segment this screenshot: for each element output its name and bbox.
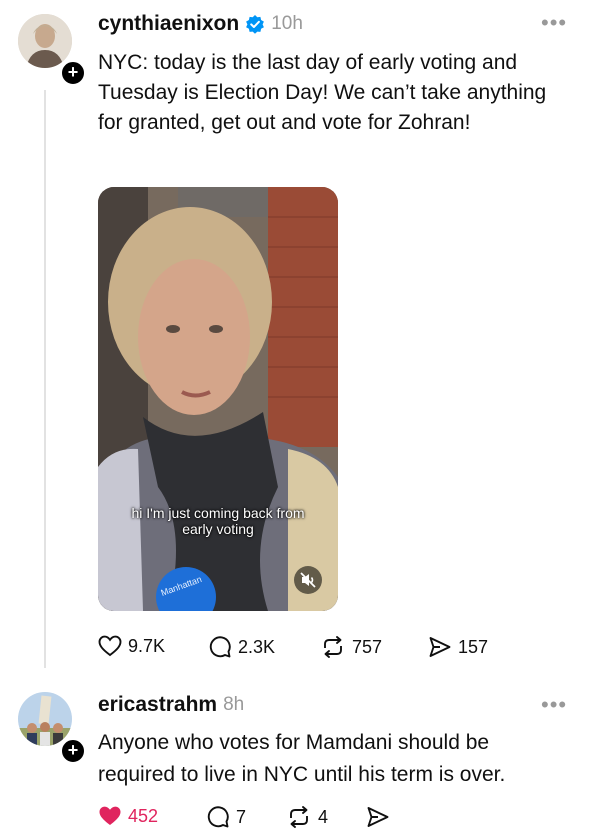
avatar-ericastrahm[interactable]: [18, 692, 72, 746]
reply-time: 8h: [223, 694, 245, 715]
reply-text: Anyone who votes for Mamdani should be r…: [98, 731, 506, 786]
comment-icon: [209, 636, 231, 658]
repost-icon: [324, 636, 342, 658]
send-icon: [429, 637, 451, 657]
caption-line-1: hi I'm just coming back from: [131, 505, 305, 521]
reply-share-button[interactable]: [366, 805, 390, 829]
share-count: 157: [458, 636, 489, 657]
like-button[interactable]: 9.7K: [98, 635, 165, 657]
reply-repost-count: 4: [318, 806, 329, 827]
reply-repost-button[interactable]: 4: [286, 805, 328, 829]
avatar-image: [18, 692, 72, 746]
speaker-muted-icon: [300, 572, 316, 588]
reply-like-count: 452: [128, 805, 159, 826]
comment-icon: [207, 806, 229, 828]
reply-count: 2.3K: [238, 636, 276, 657]
verified-badge-icon: [245, 14, 265, 34]
video-frame: [98, 187, 338, 611]
post-video[interactable]: hi I'm just coming back from early votin…: [98, 187, 338, 611]
reply-like-button[interactable]: 452: [98, 805, 158, 827]
heart-icon: [98, 635, 122, 657]
video-caption: hi I'm just coming back from early votin…: [98, 505, 338, 537]
reply-header: ericastrahm 8h: [98, 693, 244, 717]
send-icon: [367, 807, 389, 827]
thread-line: [44, 90, 46, 668]
avatar-cynthiaenixon[interactable]: [18, 14, 72, 68]
caption-line-2: early voting: [182, 521, 254, 537]
reply-reply-button[interactable]: 7: [206, 805, 246, 829]
share-button[interactable]: 157: [428, 635, 488, 659]
reply-button[interactable]: 2.3K: [208, 635, 275, 659]
repost-button[interactable]: 757: [320, 635, 382, 659]
more-options-icon[interactable]: •••: [541, 692, 567, 718]
post-time: 10h: [271, 13, 303, 34]
repost-icon: [290, 806, 308, 828]
more-options-icon[interactable]: •••: [541, 10, 567, 36]
follow-plus-button[interactable]: +: [60, 738, 86, 764]
post-text: NYC: today is the last day of early voti…: [98, 51, 547, 134]
post-header: cynthiaenixon 10h: [98, 12, 303, 36]
reply-username[interactable]: ericastrahm: [98, 693, 217, 717]
reply-reply-count: 7: [236, 806, 247, 827]
mute-toggle-button[interactable]: [294, 566, 322, 594]
avatar-image: [18, 14, 72, 68]
heart-filled-icon: [99, 806, 121, 825]
like-count: 9.7K: [128, 635, 166, 656]
repost-count: 757: [352, 636, 383, 657]
follow-plus-button[interactable]: +: [60, 60, 86, 86]
post-username[interactable]: cynthiaenixon: [98, 12, 239, 36]
